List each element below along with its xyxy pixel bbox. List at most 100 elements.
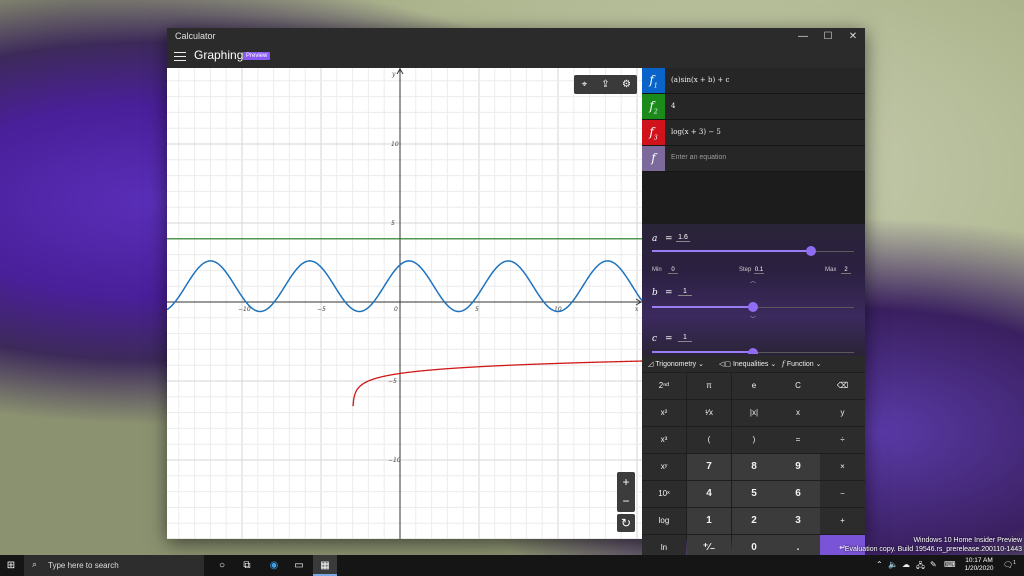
chevron-down-icon: ⌄ bbox=[698, 361, 705, 368]
equation-input[interactable]: Enter an equation bbox=[671, 154, 726, 161]
graph-canvas[interactable]: −10 −5 0 5 10 10 5 −5 −10 x y ⌖ ⇪ ⚙ + − ↻ bbox=[167, 68, 642, 539]
network-icon[interactable]: 🖧 bbox=[916, 560, 925, 574]
collapse-a-chevron-icon[interactable]: ︿ bbox=[750, 276, 756, 285]
tab-function[interactable]: f Function ⌄ bbox=[782, 360, 822, 368]
variable-b-name: b bbox=[652, 288, 658, 298]
expand-b-chevron-icon[interactable]: ﹀ bbox=[750, 314, 756, 323]
task-view-icon[interactable]: ⧉ bbox=[238, 555, 256, 576]
key-r2-c4[interactable]: ÷ bbox=[820, 427, 865, 453]
cortana-icon[interactable]: ○ bbox=[213, 555, 231, 576]
y-tick-label: 10 bbox=[391, 141, 399, 148]
preview-badge: Preview bbox=[243, 52, 271, 60]
key-r3-c0[interactable]: xʸ bbox=[642, 454, 686, 480]
key-r1-c0[interactable]: x² bbox=[642, 400, 686, 426]
title-bar[interactable]: Calculator — ☐ ✕ bbox=[167, 28, 865, 45]
key-r0-c4[interactable]: ⌫ bbox=[820, 373, 865, 399]
tab-trigonometry[interactable]: ◿ Trigonometry ⌄ bbox=[648, 360, 704, 368]
volume-icon[interactable]: 🔈 bbox=[888, 560, 898, 569]
equation-row-1[interactable]: f1 (a)sin(x + b) + c bbox=[642, 68, 865, 94]
key-r4-c1[interactable]: 4 bbox=[687, 481, 731, 507]
key-r2-c1[interactable]: ( bbox=[687, 427, 731, 453]
zoom-out-button[interactable]: − bbox=[617, 492, 635, 512]
variable-a-name: a bbox=[652, 234, 658, 244]
x-axis-label: x bbox=[635, 306, 639, 313]
key-r3-c1[interactable]: 7 bbox=[687, 454, 731, 480]
close-button[interactable]: ✕ bbox=[841, 28, 865, 45]
trace-icon[interactable]: ⌖ bbox=[574, 75, 595, 94]
taskbar-search-box[interactable]: ⌕ Type here to search bbox=[24, 555, 204, 576]
key-r2-c2[interactable]: ) bbox=[732, 427, 776, 453]
variable-a-max-label: Max bbox=[825, 267, 837, 273]
graph-plot[interactable]: −10 −5 0 5 10105−5−10xy bbox=[167, 68, 642, 539]
variable-a-slider-thumb[interactable] bbox=[806, 246, 816, 256]
function-swatch-3[interactable]: f3 bbox=[642, 120, 665, 145]
variable-b-slider-fill bbox=[652, 306, 753, 308]
key-r1-c3[interactable]: x bbox=[776, 400, 820, 426]
graph-options-icon[interactable]: ⚙ bbox=[616, 75, 637, 94]
equation-input-row[interactable]: f Enter an equation bbox=[642, 146, 865, 172]
key-r1-c1[interactable]: ¹⁄x bbox=[687, 400, 731, 426]
hamburger-menu-icon[interactable] bbox=[174, 49, 186, 63]
function-swatch-1[interactable]: f1 bbox=[642, 68, 665, 93]
variable-a-value[interactable]: 1.6 bbox=[676, 234, 690, 242]
calculator-taskbar-icon[interactable]: ▦ bbox=[313, 555, 337, 576]
show-hidden-icons-icon[interactable]: ⌃ bbox=[876, 560, 883, 569]
key-r1-c4[interactable]: y bbox=[820, 400, 865, 426]
function-swatch-2[interactable]: f2 bbox=[642, 94, 665, 119]
maximize-button[interactable]: ☐ bbox=[816, 28, 840, 45]
y-axis-label: y bbox=[391, 71, 396, 78]
windows-start-icon[interactable]: ⊞ bbox=[0, 555, 22, 576]
key-r0-c2[interactable]: e bbox=[732, 373, 776, 399]
mode-title: Graphing bbox=[194, 48, 244, 62]
key-r3-c3[interactable]: 9 bbox=[776, 454, 820, 480]
key-r3-c4[interactable]: × bbox=[820, 454, 865, 480]
equation-text-3[interactable]: log(x + 3) − 5 bbox=[671, 128, 721, 136]
variable-a-min-value[interactable]: 0 bbox=[668, 267, 678, 274]
inequality-icon: ◁▢ bbox=[719, 361, 733, 368]
zoom-in-button[interactable]: + bbox=[617, 472, 635, 492]
reset-view-button[interactable]: ↻ bbox=[617, 514, 635, 532]
variable-a-step-label: Step bbox=[739, 267, 752, 273]
edge-browser-icon[interactable]: ◉ bbox=[265, 555, 283, 576]
variable-a-step-value[interactable]: 0.1 bbox=[754, 267, 764, 274]
clock-date: 1/20/2020 bbox=[964, 565, 994, 572]
key-r2-c3[interactable]: = bbox=[776, 427, 820, 453]
key-r4-c2[interactable]: 5 bbox=[732, 481, 776, 507]
variable-c-equals: = bbox=[665, 334, 673, 344]
key-r5-c2[interactable]: 2 bbox=[732, 508, 776, 534]
variable-c-name: c bbox=[652, 334, 658, 344]
variable-c-value[interactable]: 1 bbox=[678, 334, 692, 342]
key-r0-c3[interactable]: C bbox=[776, 373, 820, 399]
variable-c-slider-thumb[interactable] bbox=[748, 348, 758, 354]
key-r0-c0[interactable]: 2ⁿᵈ bbox=[642, 373, 686, 399]
key-r2-c0[interactable]: x³ bbox=[642, 427, 686, 453]
onedrive-icon[interactable]: ☁ bbox=[902, 560, 910, 569]
x-tick-label: −10 bbox=[238, 306, 251, 313]
share-icon[interactable]: ⇪ bbox=[595, 75, 616, 94]
minimize-button[interactable]: — bbox=[791, 28, 815, 45]
terminal-icon[interactable]: ▭ bbox=[290, 555, 308, 576]
key-r3-c2[interactable]: 8 bbox=[732, 454, 776, 480]
equation-row-3[interactable]: f3 log(x + 3) − 5 bbox=[642, 120, 865, 146]
key-r5-c0[interactable]: log bbox=[642, 508, 686, 534]
taskbar-clock[interactable]: 10:17 AM 1/20/2020 bbox=[960, 557, 998, 573]
equation-row-2[interactable]: f2 4 bbox=[642, 94, 865, 120]
chevron-down-icon: ⌄ bbox=[815, 361, 822, 368]
key-r0-c1[interactable]: π bbox=[687, 373, 731, 399]
key-r5-c1[interactable]: 1 bbox=[687, 508, 731, 534]
pen-icon[interactable]: ✎ bbox=[930, 560, 937, 569]
key-r5-c4[interactable]: + bbox=[820, 508, 865, 534]
equation-text-2[interactable]: 4 bbox=[671, 102, 675, 110]
tab-inequalities[interactable]: ◁▢ Inequalities ⌄ bbox=[719, 360, 776, 368]
equation-text-1[interactable]: (a)sin(x + b) + c bbox=[671, 76, 729, 84]
variable-a-max-value[interactable]: 2 bbox=[841, 267, 851, 274]
variable-b-value[interactable]: 1 bbox=[678, 288, 692, 296]
key-r1-c2[interactable]: |x| bbox=[732, 400, 776, 426]
variable-b-slider-thumb[interactable] bbox=[748, 302, 758, 312]
key-r4-c0[interactable]: 10ˣ bbox=[642, 481, 686, 507]
key-r5-c3[interactable]: 3 bbox=[776, 508, 820, 534]
notification-center-icon[interactable]: 🗨1 bbox=[1003, 560, 1016, 570]
key-r4-c4[interactable]: − bbox=[820, 481, 865, 507]
key-r4-c3[interactable]: 6 bbox=[776, 481, 820, 507]
keyboard-icon[interactable]: ⌨ bbox=[944, 560, 956, 569]
